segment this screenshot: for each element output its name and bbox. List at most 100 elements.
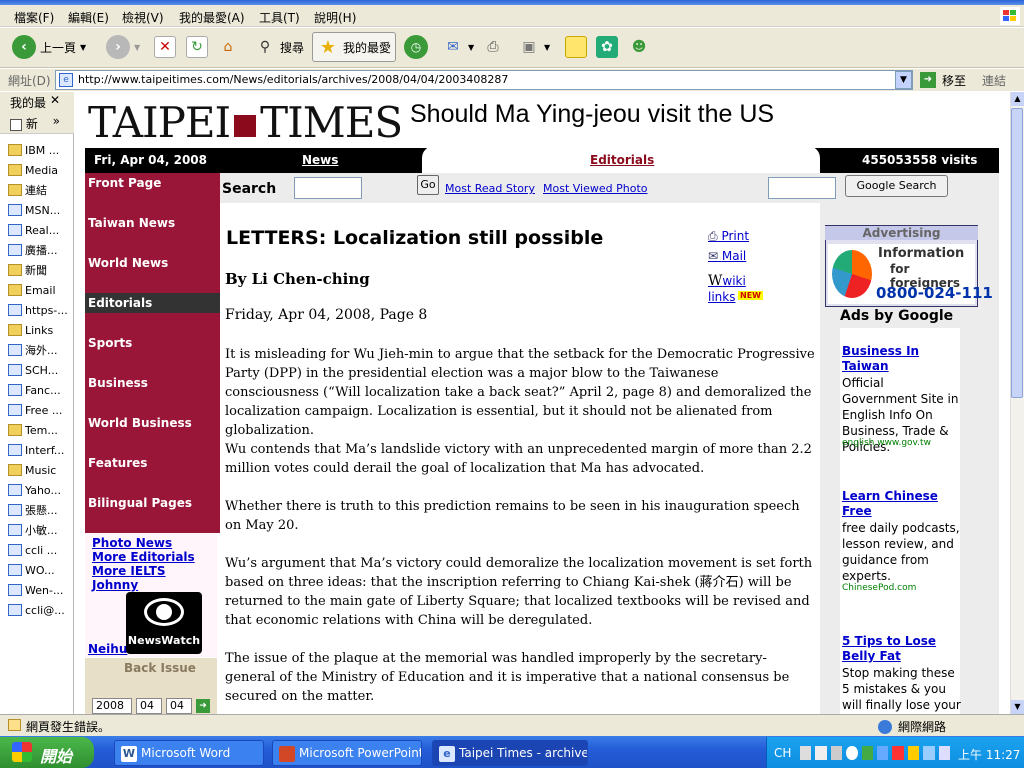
- back-issue-year[interactable]: 2008: [92, 698, 132, 714]
- back-issue-day[interactable]: 04: [166, 698, 192, 714]
- favorite-item[interactable]: MSN...: [8, 200, 72, 220]
- photo-news-link[interactable]: Photo News: [92, 536, 172, 550]
- favorite-item[interactable]: Email: [8, 280, 72, 300]
- most-viewed-link[interactable]: Most Viewed Photo: [543, 182, 648, 195]
- ime-indicator[interactable]: CH: [774, 746, 791, 760]
- ads-by-google[interactable]: Ads by Google: [840, 308, 953, 324]
- chevron-left-icon[interactable]: [846, 746, 858, 760]
- monitor-icon[interactable]: [877, 746, 889, 760]
- search-button[interactable]: ⚲ 搜尋: [254, 32, 304, 62]
- most-read-link[interactable]: Most Read Story: [445, 182, 535, 195]
- favorite-item[interactable]: IBM ...: [8, 140, 72, 160]
- network-icon[interactable]: [861, 746, 874, 760]
- google-ad-url[interactable]: ChinesePod.com: [842, 583, 916, 593]
- favorite-item[interactable]: ccli ...: [8, 540, 72, 560]
- menu-edit[interactable]: 編輯(E): [68, 9, 109, 26]
- page-headline[interactable]: Should Ma Ying-jeou visit the US: [410, 100, 774, 129]
- nav-item-bilingual-pages[interactable]: Bilingual Pages: [88, 496, 192, 510]
- nav-item-sports[interactable]: Sports: [88, 336, 132, 350]
- task-powerpoint[interactable]: Microsoft PowerPoint ...: [272, 740, 422, 766]
- nav-item-features[interactable]: Features: [88, 456, 147, 470]
- stop-button[interactable]: ✕: [154, 32, 176, 62]
- favorite-item[interactable]: 連結: [8, 180, 72, 200]
- messenger-button[interactable]: ☻: [628, 32, 650, 62]
- site-logo[interactable]: TAIPEI TIMES: [88, 98, 403, 147]
- forward-dropdown-icon[interactable]: ▼: [134, 43, 140, 52]
- clock[interactable]: 上午 11:27: [958, 746, 1020, 763]
- menu-favorites[interactable]: 我的最愛(A): [179, 9, 245, 26]
- favorite-item[interactable]: ccli@...: [8, 600, 72, 620]
- go-button[interactable]: 移至: [942, 72, 966, 89]
- site-search-input[interactable]: [294, 177, 362, 199]
- back-issue-month[interactable]: 04: [136, 698, 162, 714]
- neihu-link[interactable]: Neihu: [88, 642, 127, 656]
- forward-button[interactable]: › ▼: [106, 32, 140, 62]
- back-issue-go-icon[interactable]: ➜: [196, 699, 210, 713]
- menu-view[interactable]: 檢視(V): [122, 9, 164, 26]
- address-dropdown-icon[interactable]: ▼: [895, 71, 912, 89]
- print-link[interactable]: ⎙ Print: [708, 229, 749, 244]
- google-ad-title[interactable]: 5 Tips to Lose Belly Fat: [842, 634, 962, 664]
- site-go-button[interactable]: Go: [417, 175, 439, 195]
- bluetooth-icon[interactable]: [938, 746, 951, 760]
- print-button[interactable]: ⎙: [482, 32, 504, 62]
- chevron-right-icon[interactable]: »: [53, 114, 60, 128]
- more-ielts-link[interactable]: More IELTS: [92, 564, 166, 578]
- favorite-item[interactable]: Yaho...: [8, 480, 72, 500]
- home-button[interactable]: ⌂: [217, 32, 239, 62]
- warning-icon[interactable]: [8, 719, 21, 731]
- google-ad-title[interactable]: Business In Taiwan: [842, 344, 962, 374]
- news-link[interactable]: News: [302, 153, 338, 167]
- nav-item-taiwan-news[interactable]: Taiwan News: [88, 216, 175, 230]
- favorite-item[interactable]: WO...: [8, 560, 72, 580]
- favorite-item[interactable]: 廣播...: [8, 240, 72, 260]
- refresh-button[interactable]: ↻: [186, 32, 208, 62]
- favorite-item[interactable]: Interf...: [8, 440, 72, 460]
- scrollbar-thumb[interactable]: [1011, 108, 1023, 398]
- favorite-item[interactable]: Links: [8, 320, 72, 340]
- notes-button[interactable]: [565, 32, 587, 62]
- icq-button[interactable]: ✿: [596, 32, 618, 62]
- messenger-tray-icon[interactable]: [907, 746, 920, 760]
- favorite-item[interactable]: https-...: [8, 300, 72, 320]
- favorite-item[interactable]: Wen-...: [8, 580, 72, 600]
- favorite-item[interactable]: Real...: [8, 220, 72, 240]
- wiki-links[interactable]: Wwiki links: [708, 273, 766, 305]
- google-ad-title[interactable]: Learn Chinese Free: [842, 489, 962, 519]
- nav-item-business[interactable]: Business: [88, 376, 148, 390]
- favorite-item[interactable]: 海外...: [8, 340, 72, 360]
- menu-file[interactable]: 檔案(F): [14, 9, 54, 26]
- scroll-up-icon[interactable]: ▲: [1011, 92, 1024, 106]
- close-icon[interactable]: ✕: [50, 93, 60, 107]
- favorite-item[interactable]: Tem...: [8, 420, 72, 440]
- google-search-button[interactable]: Google Search: [845, 175, 948, 197]
- favorites-button[interactable]: ★ 我的最愛: [312, 32, 397, 62]
- task-ie[interactable]: e Taipei Times - archive...: [432, 740, 588, 766]
- favorite-item[interactable]: 新聞: [8, 260, 72, 280]
- nav-item-world-news[interactable]: World News: [88, 256, 168, 270]
- mail-dropdown-icon[interactable]: ▼: [468, 43, 474, 52]
- menu-tools[interactable]: 工具(T): [259, 9, 300, 26]
- mail-button[interactable]: ✉ ▼: [442, 32, 474, 62]
- back-button[interactable]: ‹ 上一頁 ▼: [12, 32, 86, 62]
- google-search-input[interactable]: [768, 177, 836, 199]
- go-arrow-icon[interactable]: ➜: [920, 72, 936, 88]
- za-icon[interactable]: [892, 746, 904, 760]
- menu-help[interactable]: 說明(H): [314, 9, 356, 26]
- scroll-down-icon[interactable]: ▼: [1011, 700, 1024, 714]
- more-editorials-link[interactable]: More Editorials: [92, 550, 195, 564]
- favorite-item[interactable]: 張懸...: [8, 500, 72, 520]
- ime-pad-icon[interactable]: [830, 746, 843, 760]
- nav-item-editorials[interactable]: Editorials: [88, 296, 152, 310]
- favorites-new-button[interactable]: 新 »: [0, 112, 74, 134]
- mail-link[interactable]: ✉ Mail: [708, 249, 746, 263]
- favorite-item[interactable]: Music: [8, 460, 72, 480]
- favorite-item[interactable]: Free ...: [8, 400, 72, 420]
- edit-button[interactable]: ▣ ▼: [518, 32, 550, 62]
- johnny-link[interactable]: Johnny: [92, 578, 138, 592]
- favorite-item[interactable]: Fanc...: [8, 380, 72, 400]
- newswatch-banner[interactable]: NewsWatch: [126, 592, 202, 654]
- history-button[interactable]: ◷: [404, 32, 428, 62]
- speaker-icon[interactable]: [923, 746, 935, 760]
- google-ad-url[interactable]: english.www.gov.tw: [842, 438, 931, 448]
